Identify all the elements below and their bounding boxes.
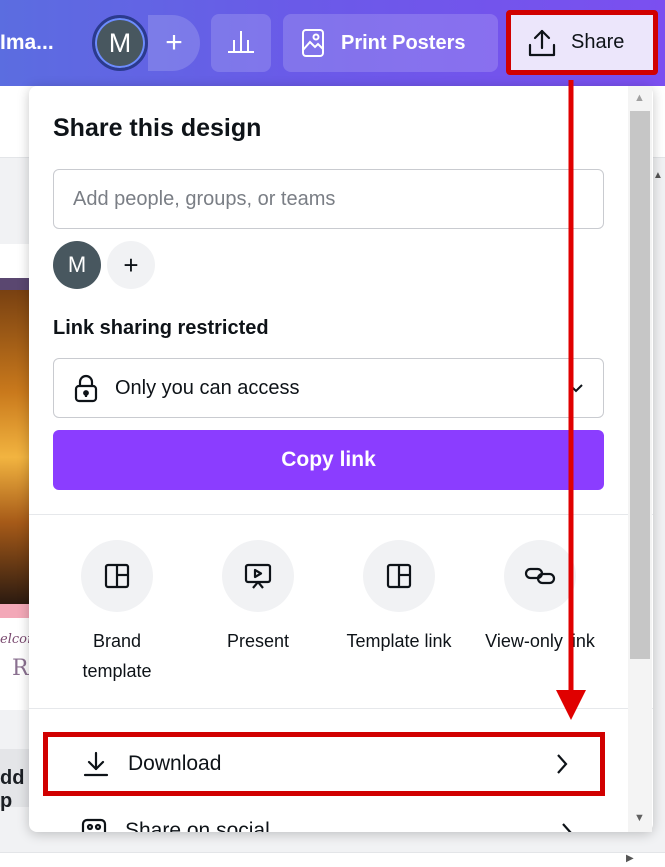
download-icon	[82, 750, 110, 778]
design-preview-letter: R	[12, 656, 29, 681]
print-posters-button[interactable]: Print Posters	[283, 14, 498, 72]
brand-template-option[interactable]: Brand template	[57, 540, 177, 686]
access-level-value: Only you can access	[115, 376, 300, 399]
design-preview-photo	[0, 278, 30, 604]
scrollbar-thumb[interactable]	[630, 111, 650, 659]
share-panel: Share this design M + Link sharing restr…	[29, 86, 653, 832]
present-label: Present	[226, 631, 290, 651]
social-icon	[81, 818, 107, 832]
layout-icon	[363, 540, 435, 612]
chevron-down-icon	[567, 379, 585, 397]
invite-people-input[interactable]	[53, 169, 604, 229]
canvas-scroll-right-icon[interactable]: ▶	[626, 853, 634, 864]
lock-icon	[73, 373, 99, 403]
add-collaborator-button[interactable]: +	[107, 241, 155, 289]
bottom-bar	[0, 852, 665, 867]
present-option[interactable]: Present	[198, 540, 318, 656]
share-on-social-option[interactable]: Share on social	[43, 816, 605, 832]
template-link-option[interactable]: Template link	[339, 540, 459, 656]
chevron-right-icon	[559, 821, 575, 832]
design-title[interactable]: Ima...	[0, 31, 54, 55]
share-label: Share	[571, 31, 625, 53]
user-avatar[interactable]: M	[92, 15, 148, 71]
panel-title: Share this design	[53, 114, 262, 142]
share-on-social-label: Share on social	[125, 819, 270, 832]
template-link-label: Template link	[346, 631, 452, 651]
print-posters-label: Print Posters	[341, 31, 466, 54]
collaborator-avatar[interactable]: M	[53, 241, 101, 289]
download-label: Download	[128, 752, 222, 775]
scroll-up-icon[interactable]: ▲	[634, 92, 645, 104]
design-preview-stripe	[0, 604, 30, 618]
download-option[interactable]: Download	[43, 732, 605, 796]
copy-link-button[interactable]: Copy link	[53, 430, 604, 490]
layout-icon	[81, 540, 153, 612]
divider	[29, 514, 653, 515]
invite-collaborator-button[interactable]: +	[148, 15, 200, 71]
insights-button[interactable]	[211, 14, 271, 72]
link-sharing-heading: Link sharing restricted	[53, 317, 269, 339]
brand-template-label-2: template	[82, 661, 152, 681]
link-icon	[504, 540, 576, 612]
share-button[interactable]: Share	[506, 10, 658, 75]
access-level-dropdown[interactable]: Only you can access	[53, 358, 604, 418]
scroll-down-icon[interactable]: ▼	[634, 812, 645, 824]
upload-icon	[527, 28, 557, 58]
canvas-scroll-up-icon[interactable]: ▲	[653, 170, 663, 181]
presentation-icon	[222, 540, 294, 612]
design-preview-band	[0, 278, 30, 290]
brand-template-label-1: Brand	[92, 631, 142, 651]
chevron-right-icon	[554, 752, 570, 776]
view-only-link-label: View-only link	[485, 631, 595, 651]
view-only-link-option[interactable]: View-only link	[480, 540, 600, 656]
bar-chart-icon	[226, 28, 256, 59]
top-bar: Ima... M + Print Posters Share	[0, 0, 665, 86]
poster-image-icon	[301, 28, 325, 58]
divider	[29, 708, 653, 709]
